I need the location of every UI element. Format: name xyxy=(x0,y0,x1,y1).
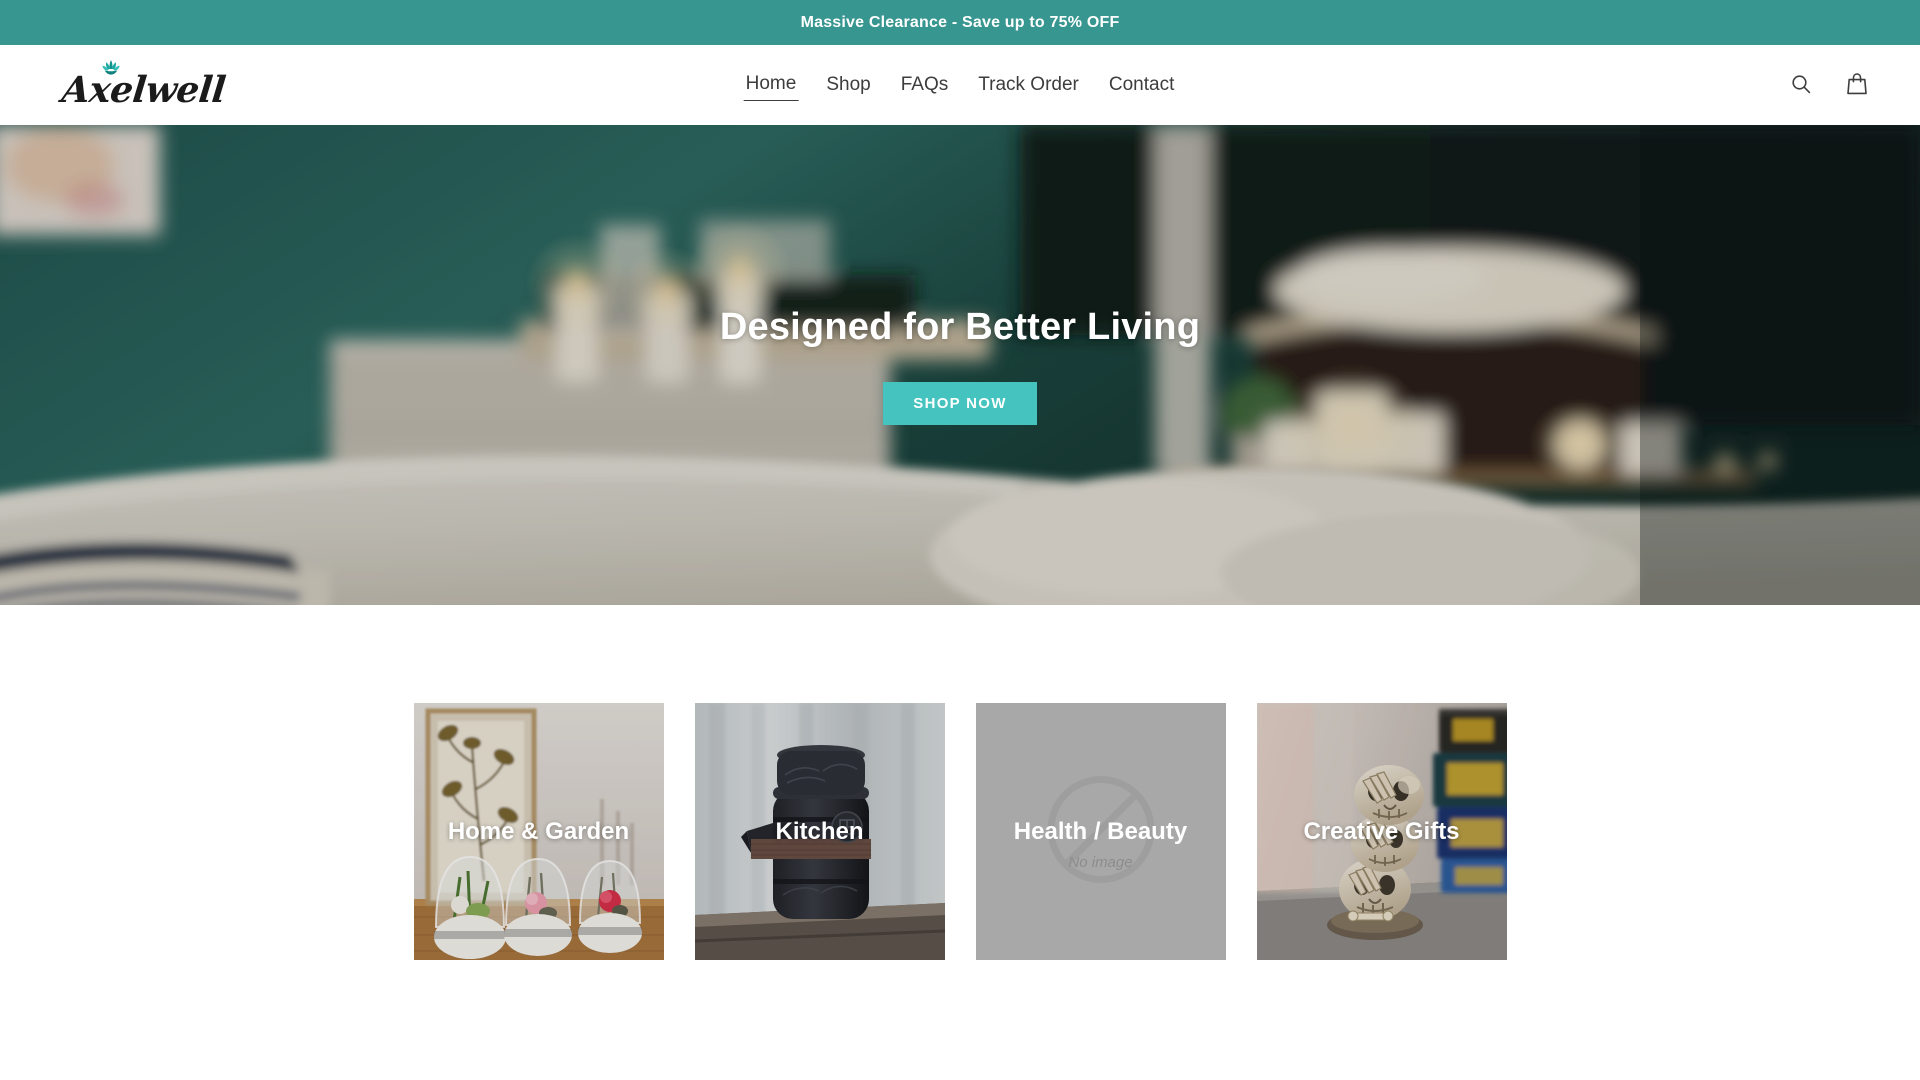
nav-item-track-order[interactable]: Track Order xyxy=(976,70,1081,101)
nav-item-faqs[interactable]: FAQs xyxy=(899,70,951,101)
category-label: Creative Gifts xyxy=(1303,817,1460,845)
hero-content: Designed for Better Living SHOP NOW xyxy=(0,125,1920,605)
category-card-home-garden[interactable]: Home & Garden xyxy=(413,703,664,960)
category-card-creative-gifts[interactable]: Creative Gifts xyxy=(1256,703,1507,960)
nav-item-shop[interactable]: Shop xyxy=(824,70,872,101)
main-navigation: Home Shop FAQs Track Order Contact xyxy=(743,69,1177,101)
site-logo[interactable]: Axelwell xyxy=(56,45,228,125)
nav-item-home[interactable]: Home xyxy=(743,69,799,101)
category-card-health-beauty[interactable]: Health / Beauty No image xyxy=(975,703,1226,960)
announcement-bar: Massive Clearance - Save up to 75% OFF xyxy=(0,0,1920,45)
shop-now-button[interactable]: SHOP NOW xyxy=(883,381,1037,425)
search-icon xyxy=(1790,73,1812,98)
category-grid: Home & Garden Kitchen Health / Beauty No… xyxy=(0,703,1920,960)
logo-wordmark: Axelwell xyxy=(59,69,228,111)
hero-banner: Designed for Better Living SHOP NOW xyxy=(0,125,1920,605)
announcement-text: Massive Clearance - Save up to 75% OFF xyxy=(800,13,1120,31)
category-card-kitchen[interactable]: Kitchen xyxy=(694,703,945,960)
category-label: Home & Garden xyxy=(447,817,630,845)
cart-icon xyxy=(1846,72,1868,99)
site-header: Axelwell Home Shop FAQs Track Order Cont… xyxy=(0,45,1920,125)
category-collection-section: Home & Garden Kitchen Health / Beauty No… xyxy=(0,605,1920,960)
header-actions xyxy=(1786,70,1872,100)
nav-item-contact[interactable]: Contact xyxy=(1107,70,1176,101)
search-button[interactable] xyxy=(1786,70,1816,100)
cart-button[interactable] xyxy=(1842,70,1872,100)
category-label: Kitchen xyxy=(775,817,864,845)
category-label: Health / Beauty xyxy=(1013,817,1188,845)
no-image-caption: No image xyxy=(1068,853,1133,871)
hero-title: Designed for Better Living xyxy=(719,305,1201,348)
logo-mark: Axelwell xyxy=(56,57,228,113)
